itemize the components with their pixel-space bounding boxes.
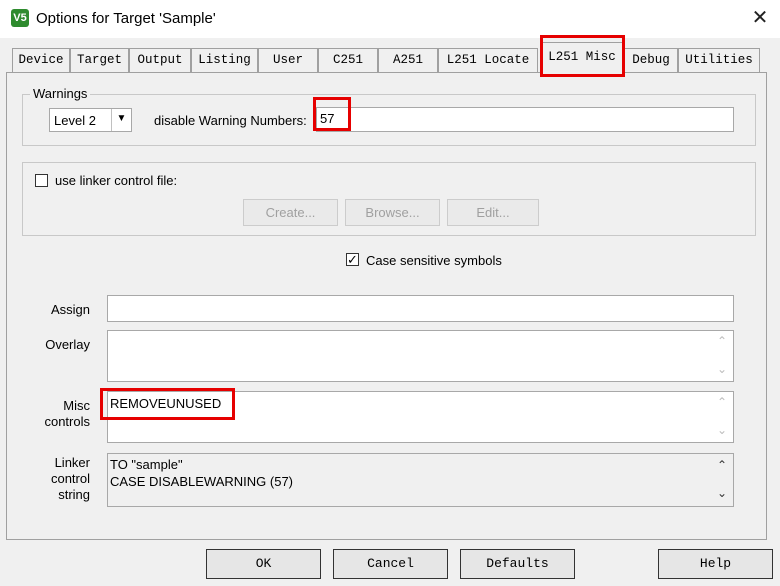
defaults-button[interactable]: Defaults: [460, 549, 575, 579]
case-sensitive-label: Case sensitive symbols: [366, 253, 502, 268]
tab-target[interactable]: Target: [70, 48, 129, 72]
disable-warning-label: disable Warning Numbers:: [154, 113, 307, 128]
create-button[interactable]: Create...: [243, 199, 338, 226]
warning-level-value: Level 2: [54, 113, 96, 128]
linker-string-line: CASE DISABLEWARNING (57): [110, 474, 294, 489]
assign-input[interactable]: [107, 295, 734, 322]
linker-string-line: TO "sample": [110, 457, 183, 472]
title-bar: V5 Options for Target 'Sample' ✕: [0, 0, 780, 38]
scroll-down-icon[interactable]: ⌄: [715, 423, 729, 437]
scroll-up-icon[interactable]: ⌃: [715, 334, 729, 348]
highlight-box: [540, 35, 625, 77]
linker-string-label-2: control: [50, 471, 90, 486]
chevron-down-icon[interactable]: ▼: [111, 109, 131, 131]
overlay-label: Overlay: [45, 337, 90, 352]
highlight-box: [313, 97, 351, 131]
linker-string-label-3: string: [58, 487, 90, 502]
scroll-down-icon[interactable]: ⌄: [715, 486, 729, 500]
misc-label-1: Misc: [63, 398, 90, 413]
scroll-down-icon[interactable]: ⌄: [715, 362, 729, 376]
warnings-group-label: Warnings: [30, 86, 91, 101]
tab-debug[interactable]: Debug: [624, 48, 678, 72]
linker-string-label-1: Linker: [54, 455, 90, 470]
highlight-box: [100, 388, 235, 420]
app-icon: V5: [11, 9, 29, 27]
cancel-button[interactable]: Cancel: [333, 549, 448, 579]
case-sensitive-checkbox[interactable]: ✓: [346, 253, 359, 266]
edit-button[interactable]: Edit...: [447, 199, 539, 226]
tab-output[interactable]: Output: [129, 48, 191, 72]
use-linker-control-label: use linker control file:: [55, 173, 178, 188]
misc-label-2: controls: [44, 414, 90, 429]
use-linker-control-checkbox[interactable]: [35, 174, 48, 187]
disable-warning-input[interactable]: [316, 107, 734, 132]
tab-utilities[interactable]: Utilities: [678, 48, 760, 72]
tab-user[interactable]: User: [258, 48, 318, 72]
ok-button[interactable]: OK: [206, 549, 321, 579]
scroll-up-icon[interactable]: ⌃: [715, 458, 729, 472]
assign-label: Assign: [50, 302, 90, 317]
tab-listing[interactable]: Listing: [191, 48, 258, 72]
close-icon[interactable]: ✕: [748, 5, 772, 31]
browse-button[interactable]: Browse...: [345, 199, 440, 226]
tab-device[interactable]: Device: [12, 48, 70, 72]
tab-c251[interactable]: C251: [318, 48, 378, 72]
tab-a251[interactable]: A251: [378, 48, 438, 72]
tab-l251-locate[interactable]: L251 Locate: [438, 48, 538, 72]
overlay-input[interactable]: [107, 330, 734, 382]
scroll-up-icon[interactable]: ⌃: [715, 395, 729, 409]
window-title: Options for Target 'Sample': [36, 10, 216, 27]
help-button[interactable]: Help: [658, 549, 773, 579]
